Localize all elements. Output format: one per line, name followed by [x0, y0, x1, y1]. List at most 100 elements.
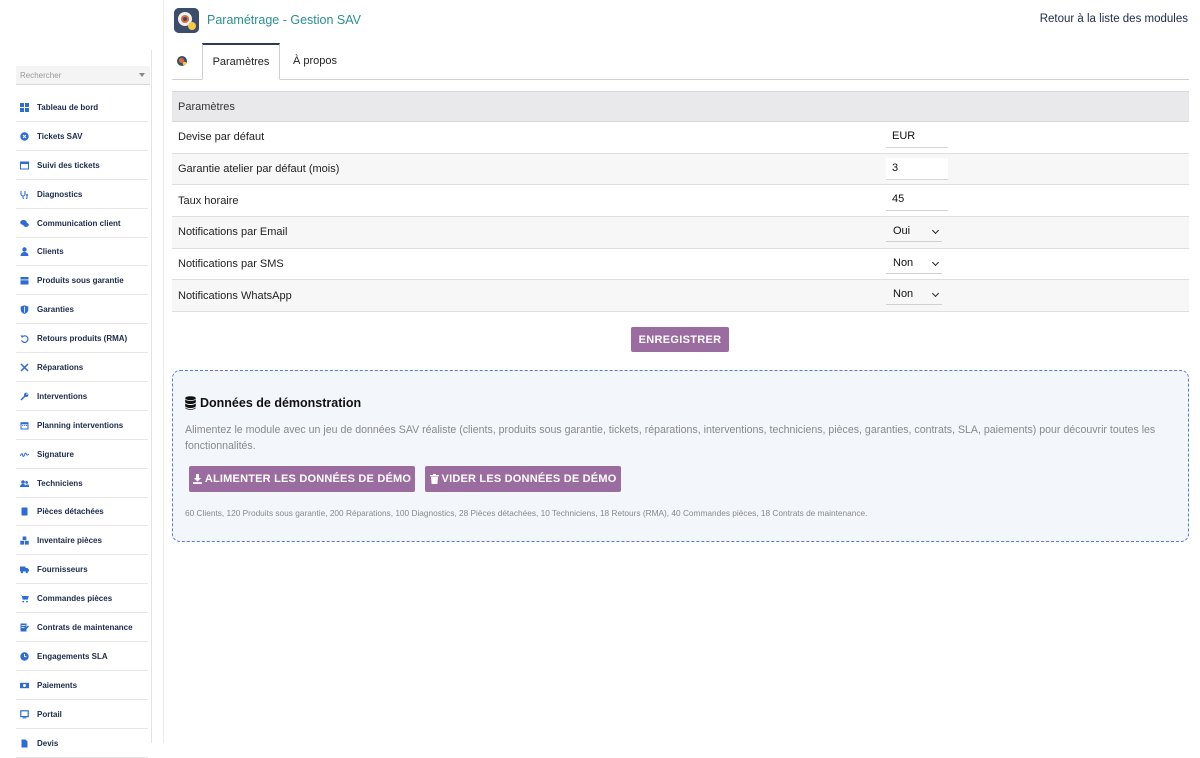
param-row-whatsapp: Notifications WhatsApp Non: [172, 280, 1189, 313]
sidebar-item-inventaire-pieces[interactable]: Inventaire pièces: [16, 527, 148, 556]
sidebar-item-label: Portail: [37, 709, 62, 719]
sidebar-item-interventions[interactable]: Interventions: [16, 383, 148, 411]
undo-icon: [19, 334, 29, 344]
sidebar-item-label: Tickets SAV: [37, 131, 83, 141]
sidebar-item-label: Garanties: [37, 305, 74, 315]
sidebar-item-contrats-de-maintenance[interactable]: Contrats de maintenance: [16, 614, 148, 643]
sidebar-item-clients[interactable]: Clients: [16, 238, 148, 267]
whatsapp-notifications-select[interactable]: Non: [886, 285, 942, 306]
param-row-hourly-rate: Taux horaire 45: [172, 185, 1189, 218]
list-icon: [19, 160, 29, 170]
sidebar-item-label: Diagnostics: [37, 189, 83, 199]
empty-demo-data-button[interactable]: VIDER LES DONNÉES DE DÉMO: [425, 466, 621, 492]
sidebar-item-produits-sous-garantie[interactable]: Produits sous garantie: [16, 267, 148, 296]
chevron-down-icon: [931, 290, 940, 298]
ticket-icon: [19, 131, 29, 141]
sidebar-menu: Tableau de bord Tickets SAV Suivi des tick…: [16, 94, 148, 758]
sidebar-item-portail[interactable]: Portail: [16, 701, 148, 729]
sidebar-search-select[interactable]: Rechercher: [16, 66, 150, 85]
database-icon: [185, 396, 196, 410]
sidebar-item-label: Fournisseurs: [37, 565, 88, 575]
sidebar-item-label: Retours produits (RMA): [37, 334, 128, 344]
chevron-down-icon: [139, 73, 145, 77]
chat-icon: [19, 218, 29, 228]
sidebar-item-diagnostics[interactable]: Diagnostics: [16, 181, 148, 209]
sidebar-divider: [151, 50, 152, 743]
email-notifications-select[interactable]: Oui: [886, 222, 942, 243]
demo-stats: 60 Clients, 120 Produits sous garantie, …: [185, 508, 868, 518]
sidebar-item-fournisseurs[interactable]: Fournisseurs: [16, 556, 148, 585]
file-icon: [19, 738, 29, 748]
sidebar-item-label: Devis: [37, 738, 59, 748]
boxes-icon: [19, 536, 29, 546]
sidebar-item-engagements-sla[interactable]: Engagements SLA: [16, 643, 148, 671]
tab-parametres[interactable]: Paramètres: [202, 43, 280, 80]
download-icon: [192, 474, 202, 484]
sidebar-item-label: Inventaire pièces: [37, 536, 102, 546]
tab-bar: Paramètres À propos: [172, 43, 1189, 80]
shield-icon: [19, 305, 29, 315]
dashboard-icon: [19, 103, 29, 113]
sidebar-item-pieces-detachees[interactable]: Pièces détachées: [16, 498, 148, 527]
sidebar-item-commandes-pieces[interactable]: Commandes pièces: [16, 585, 148, 614]
sidebar-item-garanties[interactable]: Garanties: [16, 296, 148, 325]
sidebar-item-tickets-sav[interactable]: Tickets SAV: [16, 123, 148, 151]
sidebar-item-label: Paiements: [37, 680, 78, 690]
sidebar-item-label: Réparations: [37, 363, 84, 373]
save-button[interactable]: ENREGISTRER: [631, 327, 729, 352]
back-to-modules-link[interactable]: Retour à la liste des modules: [1040, 13, 1188, 25]
param-row-currency: Devise par défaut EUR: [172, 122, 1189, 154]
clock-icon: [19, 651, 29, 661]
monitor-icon: [19, 709, 29, 719]
sidebar-item-label: Clients: [37, 247, 64, 257]
box-icon: [19, 276, 29, 286]
sidebar-item-label: Techniciens: [37, 478, 83, 488]
param-label: Garantie atelier par défaut (mois): [178, 163, 340, 176]
demo-title: Données de démonstration: [185, 396, 361, 410]
param-row-warranty: Garantie atelier par défaut (mois) 3: [172, 153, 1189, 186]
fill-demo-label: ALIMENTER LES DONNÉES DE DÉMO: [204, 473, 412, 485]
sidebar-item-label: Signature: [37, 449, 74, 459]
sidebar-item-label: Commandes pièces: [37, 594, 113, 604]
sidebar-item-label: Tableau de bord: [37, 103, 99, 112]
sidebar-item-reparations[interactable]: Réparations: [16, 354, 148, 383]
tools-icon: [19, 363, 29, 373]
demo-description: Alimentez le module avec un jeu de donné…: [185, 424, 1156, 452]
truck-icon: [19, 565, 29, 575]
currency-input[interactable]: EUR: [886, 126, 948, 148]
select-value: Oui: [893, 225, 911, 238]
sidebar-item-tableau-de-bord[interactable]: Tableau de bord: [16, 94, 148, 122]
params-table: Paramètres Devise par défaut EUR Garanti…: [172, 91, 1189, 313]
trash-icon: [429, 474, 439, 484]
sidebar-item-signature[interactable]: Signature: [16, 441, 148, 469]
signature-icon: [19, 449, 29, 459]
chevron-down-icon: [931, 227, 940, 235]
money-icon: [19, 680, 29, 690]
fill-demo-data-button[interactable]: ALIMENTER LES DONNÉES DE DÉMO: [189, 466, 415, 492]
sidebar-item-label: Interventions: [37, 391, 88, 401]
sms-notifications-select[interactable]: Non: [886, 254, 942, 274]
demo-title-text: Données de démonstration: [200, 396, 362, 410]
book-icon: [19, 507, 29, 517]
select-value: Non: [893, 256, 914, 269]
sidebar-item-label: Planning interventions: [37, 420, 124, 430]
param-label: Notifications par SMS: [178, 258, 284, 271]
hourly-rate-input[interactable]: 45: [886, 189, 948, 212]
sidebar-item-devis[interactable]: Devis: [16, 730, 148, 758]
stethoscope-icon: [19, 189, 29, 199]
sidebar-item-planning-interventions[interactable]: Planning interventions: [16, 412, 148, 440]
module-logo: [174, 8, 199, 33]
param-label: Taux horaire: [178, 194, 239, 207]
param-label: Notifications par Email: [178, 226, 288, 239]
sidebar-item-label: Produits sous garantie: [37, 276, 124, 286]
sidebar-item-paiements[interactable]: Paiements: [16, 672, 148, 700]
sidebar-border: [163, 0, 164, 743]
sidebar-item-communication-client[interactable]: Communication client: [16, 210, 148, 238]
sidebar-item-techniciens[interactable]: Techniciens: [16, 470, 148, 498]
sidebar-item-retours-produits-rma[interactable]: Retours produits (RMA): [16, 325, 148, 354]
users-icon: [19, 478, 29, 488]
warranty-months-input[interactable]: 3: [886, 157, 948, 180]
tab-a-propos[interactable]: À propos: [280, 43, 350, 79]
sidebar-item-suivi-des-tickets[interactable]: Suivi des tickets: [16, 152, 148, 180]
demo-data-panel: Données de démonstration Alimentez le mo…: [172, 370, 1189, 542]
